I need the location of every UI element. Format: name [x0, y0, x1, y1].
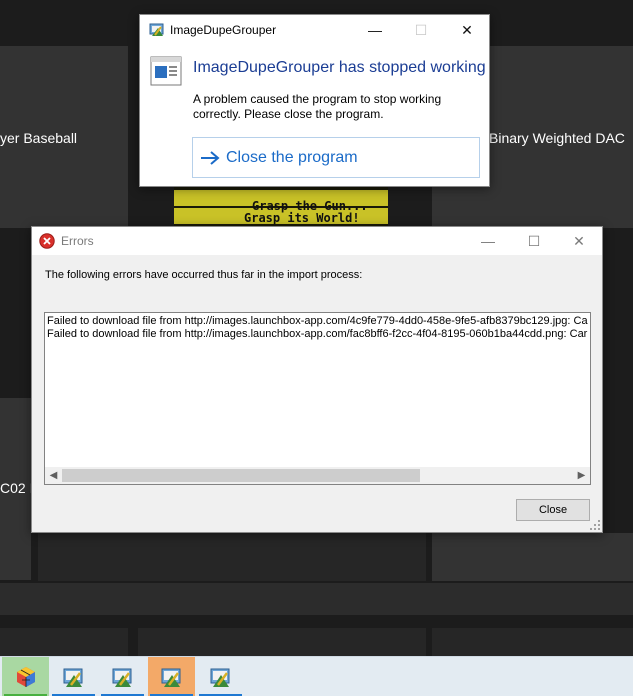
- game-poster[interactable]: Grasp the Gun... Grasp its World!: [174, 186, 388, 226]
- taskbar-imagedupegrouper-button[interactable]: [148, 657, 195, 696]
- errors-list[interactable]: Failed to download file from http://imag…: [44, 312, 591, 485]
- scroll-track[interactable]: [62, 467, 573, 484]
- errors-dialog: Errors — ☐ ✕ The following errors have o…: [31, 226, 603, 533]
- toolbar-strip: [0, 583, 633, 615]
- game-tile[interactable]: [0, 628, 128, 656]
- crash-description: A problem caused the program to stop wor…: [193, 92, 442, 121]
- game-tile[interactable]: [432, 628, 633, 656]
- taskbar-launchbox-button[interactable]: [2, 657, 49, 696]
- error-line: Failed to download file from http://imag…: [47, 328, 588, 340]
- error-icon: [39, 233, 55, 249]
- taskbar: [0, 656, 633, 696]
- dialog-title: ImageDupeGrouper: [170, 23, 277, 37]
- game-tile[interactable]: [432, 533, 633, 581]
- minimize-button[interactable]: —: [352, 15, 398, 45]
- poster-line-2: Grasp its World!: [244, 211, 360, 225]
- taskbar-imagedupegrouper-button[interactable]: [50, 657, 97, 696]
- horizontal-scrollbar[interactable]: ◀ ▶: [45, 467, 590, 484]
- game-title-left: yer Baseball: [0, 130, 78, 146]
- game-tile[interactable]: [138, 628, 426, 656]
- errors-title: Errors: [61, 234, 94, 248]
- dialog-titlebar[interactable]: ImageDupeGrouper — ☐ ✕: [140, 15, 489, 45]
- launchbox-cube-icon: [16, 667, 35, 687]
- taskbar-imagedupegrouper-button[interactable]: [197, 657, 244, 696]
- taskbar-imagedupegrouper-button[interactable]: [99, 657, 146, 696]
- crash-heading: ImageDupeGrouper has stopped working: [193, 59, 486, 76]
- errors-message: The following errors have occurred thus …: [45, 269, 363, 281]
- close-window-button[interactable]: ✕: [444, 15, 490, 45]
- errors-titlebar[interactable]: Errors — ☐ ✕: [32, 227, 602, 255]
- maximize-button: ☐: [414, 21, 428, 38]
- stopped-working-dialog: ImageDupeGrouper — ☐ ✕ ImageDupeGrouper …: [139, 14, 490, 187]
- resize-grip-icon[interactable]: [590, 520, 600, 530]
- errors-lines: Failed to download file from http://imag…: [47, 315, 588, 465]
- maximize-button[interactable]: ☐: [511, 227, 557, 255]
- close-the-program-label: Close the program: [226, 148, 358, 166]
- close-window-button[interactable]: ✕: [556, 227, 602, 255]
- imagedupegrouper-icon: [149, 23, 164, 36]
- imagedupegrouper-icon: [112, 668, 131, 687]
- close-button[interactable]: Close: [516, 499, 590, 521]
- scroll-thumb[interactable]: [62, 469, 420, 482]
- game-title-mid: C02 I: [0, 480, 34, 496]
- imagedupegrouper-icon: [63, 668, 82, 687]
- imagedupegrouper-icon: [161, 668, 180, 687]
- arrow-right-icon: [200, 150, 222, 165]
- error-line: Failed to download file from http://imag…: [47, 315, 588, 327]
- game-title-right: Binary Weighted DAC: [489, 130, 625, 146]
- scroll-left-icon[interactable]: ◀: [45, 467, 62, 484]
- close-the-program-button[interactable]: Close the program: [192, 137, 480, 178]
- scroll-right-icon[interactable]: ▶: [573, 467, 590, 484]
- program-window-icon: [150, 56, 182, 86]
- game-tile[interactable]: [38, 533, 426, 581]
- minimize-button[interactable]: —: [465, 227, 511, 255]
- imagedupegrouper-icon: [210, 668, 229, 687]
